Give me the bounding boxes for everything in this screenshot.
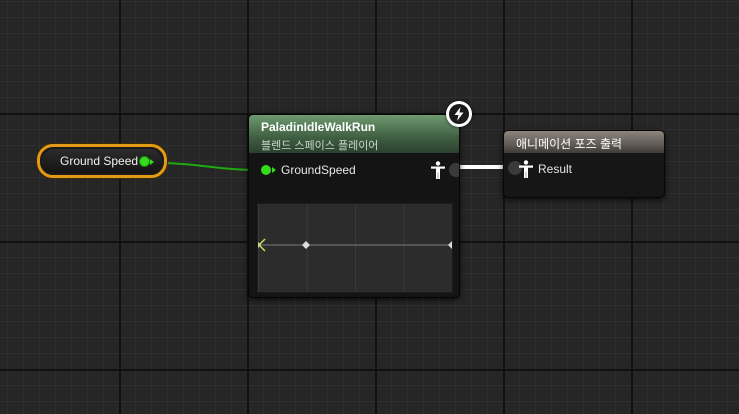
groundspeed-pin-label: GroundSpeed xyxy=(281,163,356,177)
blend-space-node-header[interactable]: PaladinIdleWalkRun 블렌드 스페이스 플레이어 xyxy=(249,115,459,153)
blend-space-node-subtitle: 블렌드 스페이스 플레이어 xyxy=(261,140,379,152)
output-pose-node[interactable]: 애니메이션 포즈 출력 Result xyxy=(503,130,665,198)
blend-space-node-title: PaladinIdleWalkRun xyxy=(261,120,376,134)
output-pose-node-title: 애니메이션 포즈 출력 xyxy=(516,137,623,151)
blend-space-player-node[interactable]: PaladinIdleWalkRun 블렌드 스페이스 플레이어 GroundS… xyxy=(248,114,460,298)
blend-space-preview-graph xyxy=(257,203,453,293)
badge-inner xyxy=(449,104,469,124)
pose-figure-icon xyxy=(519,160,533,178)
result-pin-label: Result xyxy=(538,162,573,176)
float-wire[interactable] xyxy=(155,162,260,171)
sample-point-run[interactable] xyxy=(448,241,452,249)
lightning-bolt-icon xyxy=(454,107,464,121)
variable-output-pin-arrow-icon xyxy=(150,159,154,165)
blend-space-pin-row: GroundSpeed xyxy=(249,153,459,187)
fast-path-badge xyxy=(446,101,472,127)
groundspeed-pin-arrow-icon xyxy=(272,167,276,173)
variable-label: Ground Speed xyxy=(60,154,139,168)
pose-output-pin[interactable] xyxy=(449,163,459,177)
ground-speed-variable-node[interactable]: Ground Speed xyxy=(37,144,167,178)
sample-point-walk[interactable] xyxy=(302,241,310,249)
groundspeed-input-pin[interactable] xyxy=(261,165,271,175)
variable-output-pin[interactable] xyxy=(139,156,150,167)
pose-figure-icon xyxy=(431,161,445,179)
output-pose-node-header[interactable]: 애니메이션 포즈 출력 xyxy=(504,131,664,153)
blend-space-axis xyxy=(258,238,452,252)
output-pose-pin-row: Result xyxy=(504,153,664,187)
